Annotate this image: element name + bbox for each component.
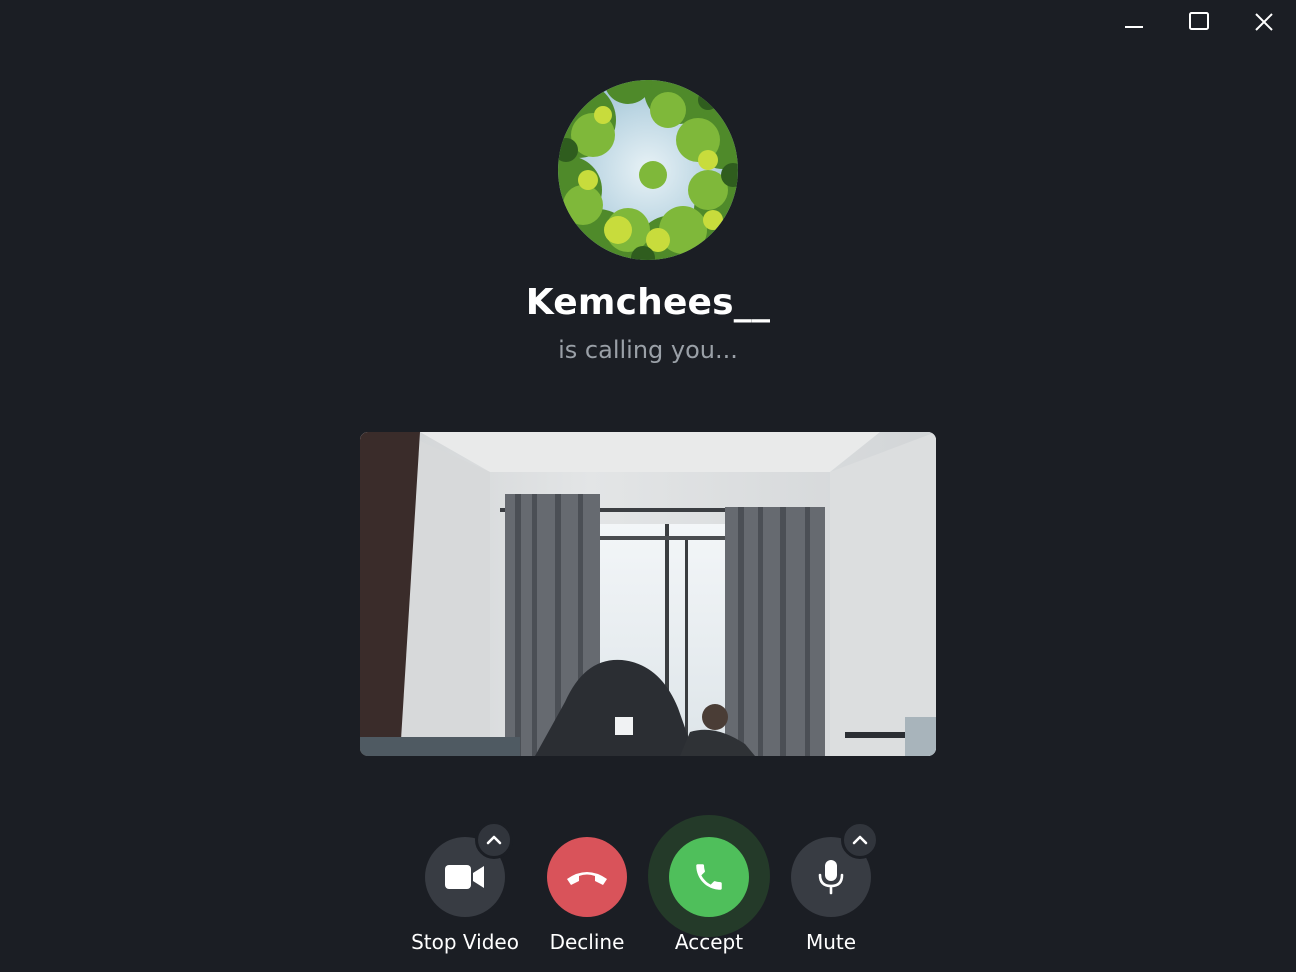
microphone-icon [818,860,844,895]
close-button[interactable] [1231,0,1296,44]
call-status: is calling you... [558,336,738,364]
caller-avatar [558,80,738,260]
stop-video-control: Stop Video [400,821,530,966]
mute-label: Mute [805,930,857,954]
video-options-button[interactable] [475,821,513,859]
video-preview [360,432,936,756]
maximize-icon [1188,12,1209,30]
chevron-up-icon [486,835,502,845]
accept-label: Accept [674,930,744,954]
phone-hangup-icon [567,872,607,885]
audio-options-button[interactable] [841,821,879,859]
decline-label: Decline [549,930,625,954]
decline-control: Decline [522,836,652,966]
chevron-up-icon [852,835,868,845]
accept-button[interactable] [669,837,749,917]
caller-name: Kemchees__ [525,282,771,323]
stop-video-label: Stop Video [411,930,519,954]
accept-control: Accept [644,836,774,966]
maximize-button[interactable] [1166,0,1231,44]
minimize-button[interactable] [1101,0,1166,44]
close-icon [1254,13,1273,31]
window-controls [1101,0,1296,44]
decline-button[interactable] [547,837,627,917]
minimize-icon [1124,26,1143,28]
video-camera-icon [445,865,484,889]
mute-control: Mute [766,821,896,966]
phone-icon [696,864,722,890]
